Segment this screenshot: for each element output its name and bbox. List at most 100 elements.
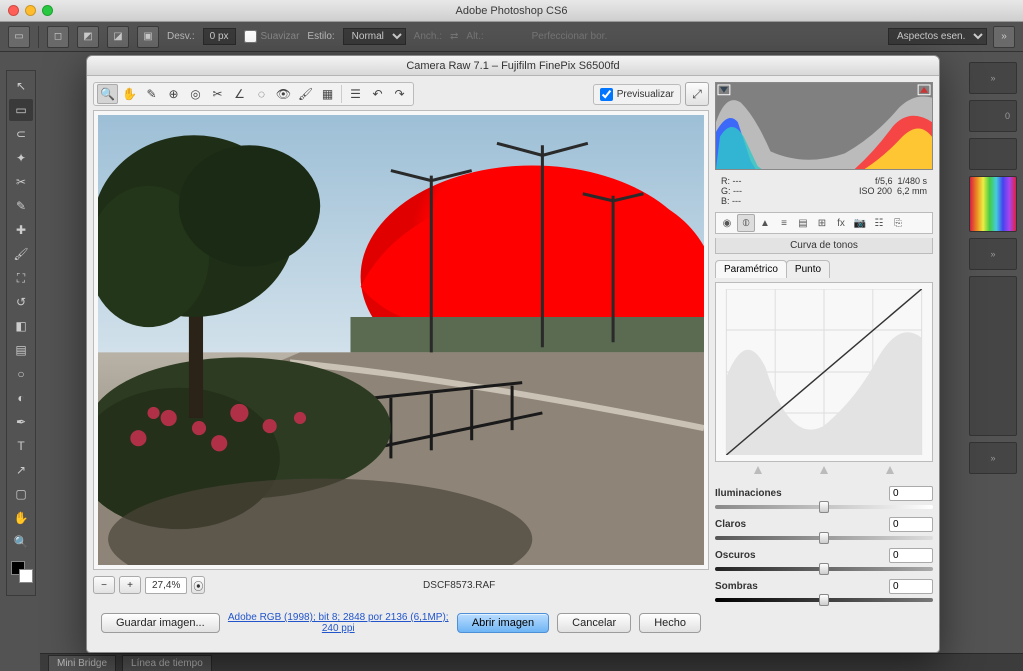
save-image-button[interactable]: Guardar imagen... <box>101 613 220 633</box>
darks-slider[interactable] <box>715 567 933 571</box>
adjustment-brush-tool-icon[interactable]: 🖌 <box>295 84 316 104</box>
color-swatches[interactable] <box>9 561 33 591</box>
targeted-adjust-tool-icon[interactable]: ◎ <box>185 84 206 104</box>
darks-label: Oscuros <box>715 550 883 561</box>
refine-edge-label[interactable]: Perfeccionar bor. <box>532 31 608 42</box>
spot-removal-tool-icon[interactable]: ◌ <box>251 84 272 104</box>
panel-strip[interactable]: » <box>969 62 1017 94</box>
antialias-checkbox[interactable] <box>244 30 257 43</box>
crop-tool-icon[interactable]: ✂ <box>9 171 33 193</box>
hand-tool-icon[interactable]: ✋ <box>9 507 33 529</box>
redeye-tool-icon[interactable]: 👁 <box>273 84 294 104</box>
tab-camera-icon[interactable]: 📷 <box>851 214 869 232</box>
tab-effects-icon[interactable]: fx <box>832 214 850 232</box>
zoom-stepper-icon[interactable]: ⦿ <box>191 576 205 594</box>
tab-split-toning-icon[interactable]: ▤ <box>794 214 812 232</box>
shape-tool-icon[interactable]: ▢ <box>9 483 33 505</box>
highlights-input[interactable] <box>889 486 933 501</box>
cancel-button[interactable]: Cancelar <box>557 613 631 633</box>
lasso-tool-icon[interactable]: ⊂ <box>9 123 33 145</box>
gradient-tool-icon[interactable]: ▤ <box>9 339 33 361</box>
rotate-right-icon[interactable]: ↷ <box>389 84 410 104</box>
rotate-left-icon[interactable]: ↶ <box>367 84 388 104</box>
hand-tool-icon[interactable]: ✋ <box>119 84 140 104</box>
lights-slider[interactable] <box>715 536 933 540</box>
panel-strip[interactable]: » <box>969 442 1017 474</box>
tab-hsl-icon[interactable]: ≡ <box>775 214 793 232</box>
tab-lens-icon[interactable]: ⊞ <box>813 214 831 232</box>
close-window-icon[interactable] <box>8 5 19 16</box>
stamp-tool-icon[interactable]: ⛶ <box>9 267 33 289</box>
tab-detail-icon[interactable]: ▲ <box>756 214 774 232</box>
tab-snapshots-icon[interactable]: ⎘ <box>889 214 907 232</box>
crop-tool-icon[interactable]: ✂ <box>207 84 228 104</box>
shadows-slider[interactable] <box>715 598 933 602</box>
tone-curve[interactable] <box>715 282 933 462</box>
zoom-in-button[interactable]: + <box>119 576 141 594</box>
tab-mini-bridge[interactable]: Mini Bridge <box>48 655 116 671</box>
zoom-tool-icon[interactable]: 🔍 <box>97 84 118 104</box>
selection-mode-subtract-icon[interactable]: ◪ <box>107 26 129 48</box>
zoom-tool-icon[interactable]: 🔍 <box>9 531 33 553</box>
minimize-window-icon[interactable] <box>25 5 36 16</box>
maximize-window-icon[interactable] <box>42 5 53 16</box>
tab-tone-curve-icon[interactable]: ⦶ <box>737 214 755 232</box>
preferences-icon[interactable]: ☰ <box>345 84 366 104</box>
workflow-options-link[interactable]: Adobe RGB (1998); bit 8; 2848 por 2136 (… <box>228 612 449 634</box>
subtab-point[interactable]: Punto <box>786 260 830 278</box>
white-balance-tool-icon[interactable]: ✎ <box>141 84 162 104</box>
lights-input[interactable] <box>889 517 933 532</box>
color-sampler-tool-icon[interactable]: ⊕ <box>163 84 184 104</box>
tab-basic-icon[interactable]: ◉ <box>718 214 736 232</box>
feather-value[interactable]: 0 px <box>203 28 236 45</box>
feather-label: Desv.: <box>167 31 195 42</box>
move-tool-icon[interactable]: ↖ <box>9 75 33 97</box>
preview-toggle[interactable]: Previsualizar <box>593 84 681 105</box>
shadows-input[interactable] <box>889 579 933 594</box>
panel-strip[interactable] <box>969 138 1017 170</box>
color-ramp[interactable] <box>969 176 1017 232</box>
blur-tool-icon[interactable]: ○ <box>9 363 33 385</box>
done-button[interactable]: Hecho <box>639 613 701 633</box>
eraser-tool-icon[interactable]: ◧ <box>9 315 33 337</box>
selection-mode-add-icon[interactable]: ◩ <box>77 26 99 48</box>
panel-strip[interactable]: » <box>969 238 1017 270</box>
selection-mode-intersect-icon[interactable]: ▣ <box>137 26 159 48</box>
darks-input[interactable] <box>889 548 933 563</box>
subtab-parametric[interactable]: Paramétrico <box>715 260 787 278</box>
fullscreen-toggle-icon[interactable]: ⤢ <box>685 82 709 106</box>
marquee-tool-icon[interactable]: ▭ <box>8 26 30 48</box>
graduated-filter-tool-icon[interactable]: ▦ <box>317 84 338 104</box>
zoom-value[interactable]: 27,4% <box>145 577 187 594</box>
dodge-tool-icon[interactable]: ◐ <box>9 387 33 409</box>
selection-mode-new-icon[interactable]: ◻ <box>47 26 69 48</box>
panel-menu-icon[interactable]: » <box>993 26 1015 48</box>
tab-timeline[interactable]: Línea de tiempo <box>122 655 212 671</box>
histogram[interactable] <box>715 82 933 170</box>
lights-label: Claros <box>715 519 883 530</box>
preview-area[interactable] <box>93 110 709 570</box>
path-tool-icon[interactable]: ↗ <box>9 459 33 481</box>
highlights-slider[interactable] <box>715 505 933 509</box>
brush-tool-icon[interactable]: 🖌 <box>9 243 33 265</box>
eyedropper-tool-icon[interactable]: ✎ <box>9 195 33 217</box>
panel-strip[interactable] <box>969 276 1017 436</box>
marquee-tool-icon[interactable]: ▭ <box>9 99 33 121</box>
preview-checkbox[interactable] <box>600 88 613 101</box>
wand-tool-icon[interactable]: ✦ <box>9 147 33 169</box>
info-readout: R: --- G: --- B: --- f/5,6 1/480 s ISO 2… <box>715 174 933 208</box>
history-brush-tool-icon[interactable]: ↺ <box>9 291 33 313</box>
panel-value[interactable]: 0 <box>969 100 1017 132</box>
zoom-out-button[interactable]: − <box>93 576 115 594</box>
camera-raw-toolbar: 🔍 ✋ ✎ ⊕ ◎ ✂ ∠ ◌ 👁 🖌 ▦ ☰ ↶ ↷ <box>93 82 414 106</box>
pen-tool-icon[interactable]: ✒ <box>9 411 33 433</box>
dialog-titlebar[interactable]: Camera Raw 7.1 – Fujifilm FinePix S6500f… <box>87 56 939 76</box>
heal-tool-icon[interactable]: ✚ <box>9 219 33 241</box>
style-select[interactable]: Normal <box>343 28 406 45</box>
straighten-tool-icon[interactable]: ∠ <box>229 84 250 104</box>
workspace-select[interactable]: Aspectos esen. <box>888 28 987 45</box>
curve-region-handles[interactable] <box>715 466 933 478</box>
tab-presets-icon[interactable]: ☷ <box>870 214 888 232</box>
open-image-button[interactable]: Abrir imagen <box>457 613 549 633</box>
type-tool-icon[interactable]: T <box>9 435 33 457</box>
